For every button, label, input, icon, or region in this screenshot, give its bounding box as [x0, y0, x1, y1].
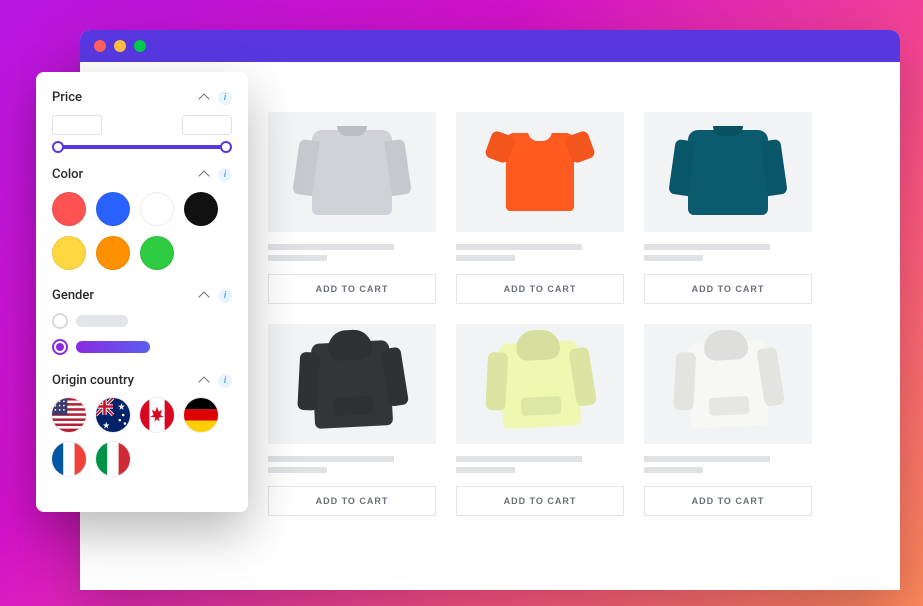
product-card: ADD TO CART [456, 324, 624, 516]
product-image[interactable] [268, 324, 436, 444]
price-slider[interactable] [58, 145, 226, 149]
product-image[interactable] [456, 112, 624, 232]
product-title-placeholder [456, 456, 624, 478]
minimize-window-dot[interactable] [114, 40, 126, 52]
price-max-input[interactable] [182, 115, 232, 135]
filter-color-label: Color [52, 167, 83, 182]
filter-panel: Price i Color i Gender [36, 72, 248, 512]
color-swatch-green[interactable] [140, 236, 174, 270]
price-min-input[interactable] [52, 115, 102, 135]
color-swatch-black[interactable] [184, 192, 218, 226]
gender-option-1[interactable] [52, 339, 232, 355]
flag-ca[interactable] [140, 398, 174, 432]
product-title-placeholder [268, 456, 436, 478]
flag-de[interactable] [184, 398, 218, 432]
product-title-placeholder [644, 244, 812, 266]
product-card: ADD TO CART [644, 112, 812, 304]
product-image[interactable] [456, 324, 624, 444]
add-to-cart-button[interactable]: ADD TO CART [456, 274, 624, 304]
product-card: ADD TO CART [268, 324, 436, 516]
product-card: ADD TO CART [644, 324, 812, 516]
price-slider-max-thumb[interactable] [220, 141, 232, 153]
info-icon[interactable]: i [218, 168, 232, 182]
add-to-cart-button[interactable]: ADD TO CART [268, 486, 436, 516]
add-to-cart-button[interactable]: ADD TO CART [268, 274, 436, 304]
product-card: ADD TO CART [268, 112, 436, 304]
add-to-cart-button[interactable]: ADD TO CART [456, 486, 624, 516]
product-image[interactable] [644, 324, 812, 444]
window-title-bar [80, 30, 900, 62]
product-title-placeholder [644, 456, 812, 478]
gender-option-0[interactable] [52, 313, 232, 329]
close-window-dot[interactable] [94, 40, 106, 52]
radio-icon[interactable] [52, 339, 68, 355]
filter-gender: Gender i [52, 288, 232, 355]
chevron-up-icon[interactable] [200, 169, 212, 181]
filter-gender-label: Gender [52, 288, 94, 303]
filter-price: Price i [52, 90, 232, 149]
flag-au[interactable] [96, 398, 130, 432]
chevron-up-icon[interactable] [200, 375, 212, 387]
flag-it[interactable] [96, 442, 130, 476]
price-slider-min-thumb[interactable] [52, 141, 64, 153]
filter-origin: Origin country i [52, 373, 232, 476]
product-image[interactable] [268, 112, 436, 232]
color-swatch-white[interactable] [140, 192, 174, 226]
color-swatch-yellow[interactable] [52, 236, 86, 270]
maximize-window-dot[interactable] [134, 40, 146, 52]
chevron-up-icon[interactable] [200, 92, 212, 104]
color-swatch-red[interactable] [52, 192, 86, 226]
product-title-placeholder [456, 244, 624, 266]
flag-fr[interactable] [52, 442, 86, 476]
add-to-cart-button[interactable]: ADD TO CART [644, 486, 812, 516]
gender-option-label [76, 315, 128, 327]
filter-price-label: Price [52, 90, 82, 105]
info-icon[interactable]: i [218, 91, 232, 105]
info-icon[interactable]: i [218, 374, 232, 388]
filter-origin-label: Origin country [52, 373, 134, 388]
add-to-cart-button[interactable]: ADD TO CART [644, 274, 812, 304]
flag-us[interactable] [52, 398, 86, 432]
gender-option-label [76, 341, 150, 353]
chevron-up-icon[interactable] [200, 290, 212, 302]
filter-color: Color i [52, 167, 232, 270]
color-swatch-blue[interactable] [96, 192, 130, 226]
product-card: ADD TO CART [456, 112, 624, 304]
info-icon[interactable]: i [218, 289, 232, 303]
color-swatch-orange[interactable] [96, 236, 130, 270]
radio-icon[interactable] [52, 313, 68, 329]
product-title-placeholder [268, 244, 436, 266]
product-image[interactable] [644, 112, 812, 232]
